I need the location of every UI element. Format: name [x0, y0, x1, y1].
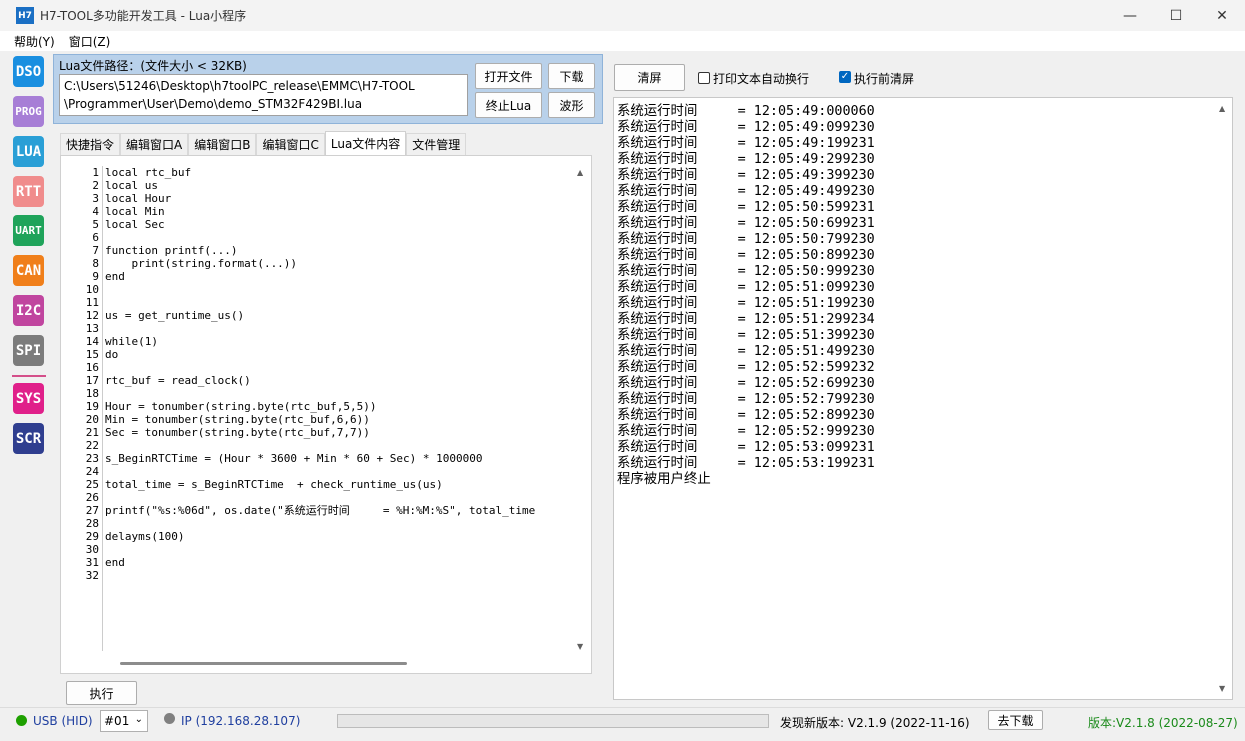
clear-screen-button[interactable]: 清屏 [614, 64, 685, 91]
output-console[interactable]: 系统运行时间 = 12:05:49:000060 系统运行时间 = 12:05:… [613, 97, 1233, 700]
tool-scr-button[interactable]: SCR [13, 423, 44, 454]
scroll-up-icon[interactable]: ▲ [577, 168, 583, 177]
download-button[interactable]: 下载 [548, 63, 595, 89]
tool-sidebar: DSO PROG LUA RTT UART CAN I2C SPI SYS SC… [0, 51, 56, 707]
output-text: 系统运行时间 = 12:05:49:000060 系统运行时间 = 12:05:… [617, 104, 875, 487]
clear-before-run-label: 执行前清屏 [854, 72, 915, 86]
ip-status: IP (192.168.28.107) [181, 714, 301, 728]
tool-lua-button[interactable]: LUA [13, 136, 44, 167]
waveform-button[interactable]: 波形 [548, 92, 595, 118]
tab-file-manager[interactable]: 文件管理 [406, 133, 467, 155]
menu-window[interactable]: 窗口(Z) [69, 33, 111, 50]
tool-uart-button[interactable]: UART [13, 215, 44, 246]
editor-tabs: 快捷指令 编辑窗口A 编辑窗口B 编辑窗口C Lua文件内容 文件管理 [60, 131, 467, 155]
window-title: H7-TOOL多功能开发工具 - Lua小程序 [40, 9, 247, 23]
version-text: 版本:V2.1.8 (2022-08-27) [1088, 716, 1238, 730]
stop-lua-button[interactable]: 终止Lua [475, 92, 542, 118]
device-select-value: #01 [104, 714, 130, 728]
tool-prog-button[interactable]: PROG [13, 96, 44, 127]
code-editor[interactable]: 1 2 3 4 5 6 7 8 9 10 11 12 13 14 15 16 1… [67, 166, 571, 651]
scrollbar-thumb[interactable] [120, 662, 407, 665]
scroll-down-icon[interactable]: ▼ [577, 642, 583, 651]
tool-sys-button[interactable]: SYS [13, 383, 44, 414]
scroll-up-icon[interactable]: ▲ [1219, 104, 1225, 113]
execute-button[interactable]: 执行 [66, 681, 137, 705]
usb-status: USB (HID) [33, 714, 93, 728]
status-bar: USB (HID) #01 ⌄ IP (192.168.28.107) 发现新版… [0, 707, 1245, 741]
editor-horizontal-scrollbar[interactable] [66, 656, 572, 672]
tab-edit-window-c[interactable]: 编辑窗口C [256, 133, 325, 155]
chevron-down-icon[interactable]: ⌄ [135, 714, 143, 725]
new-version-text: 发现新版本: V2.1.9 (2022-11-16) [780, 716, 970, 730]
lua-path-label: Lua文件路径：(文件大小 < 32KB) [59, 59, 247, 73]
ip-status-indicator [164, 713, 175, 724]
device-select[interactable]: #01 ⌄ [100, 710, 148, 732]
usb-status-indicator [16, 715, 27, 726]
tool-rtt-button[interactable]: RTT [13, 176, 44, 207]
output-vertical-scrollbar[interactable]: ▲ ▼ [1214, 98, 1232, 699]
clear-before-run-checkbox[interactable]: ✓ [839, 71, 851, 83]
title-bar: H7 H7-TOOL多功能开发工具 - Lua小程序 — ☐ ✕ [0, 0, 1245, 31]
tab-edit-window-b[interactable]: 编辑窗口B [188, 133, 257, 155]
tab-lua-file-content[interactable]: Lua文件内容 [324, 131, 407, 155]
tab-edit-window-a[interactable]: 编辑窗口A [120, 133, 189, 155]
open-file-button[interactable]: 打开文件 [475, 63, 542, 89]
code-editor-frame: 1 2 3 4 5 6 7 8 9 10 11 12 13 14 15 16 1… [60, 155, 592, 674]
menu-bar: 帮助(Y) 窗口(Z) [0, 31, 1245, 51]
tool-dso-button[interactable]: DSO [13, 56, 44, 87]
minimize-button[interactable]: — [1107, 0, 1153, 31]
scroll-down-icon[interactable]: ▼ [1219, 684, 1225, 693]
menu-help[interactable]: 帮助(Y) [14, 33, 55, 50]
auto-wrap-checkbox[interactable] [698, 72, 710, 84]
app-icon: H7 [16, 7, 34, 24]
tool-spi-button[interactable]: SPI [13, 335, 44, 366]
progress-bar [337, 714, 769, 728]
code-text[interactable]: local rtc_buf local us local Hour local … [103, 166, 571, 651]
tool-i2c-button[interactable]: I2C [13, 295, 44, 326]
maximize-button[interactable]: ☐ [1153, 0, 1199, 31]
tool-can-button[interactable]: CAN [13, 255, 44, 286]
output-toolbar: 清屏 打印文本自动换行 ✓ 执行前清屏 [605, 54, 1240, 96]
go-download-button[interactable]: 去下载 [988, 710, 1043, 730]
line-numbers: 1 2 3 4 5 6 7 8 9 10 11 12 13 14 15 16 1… [67, 166, 103, 651]
lua-file-panel: Lua文件路径：(文件大小 < 32KB) C:\Users\51246\Des… [53, 54, 603, 124]
auto-wrap-label: 打印文本自动换行 [713, 72, 810, 86]
tab-quick-commands[interactable]: 快捷指令 [60, 133, 121, 155]
close-button[interactable]: ✕ [1199, 0, 1245, 31]
lua-path-field[interactable]: C:\Users\51246\Desktop\h7toolPC_release\… [59, 74, 468, 116]
sidebar-divider [12, 375, 46, 377]
editor-vertical-scrollbar[interactable]: ▲ ▼ [572, 164, 590, 656]
